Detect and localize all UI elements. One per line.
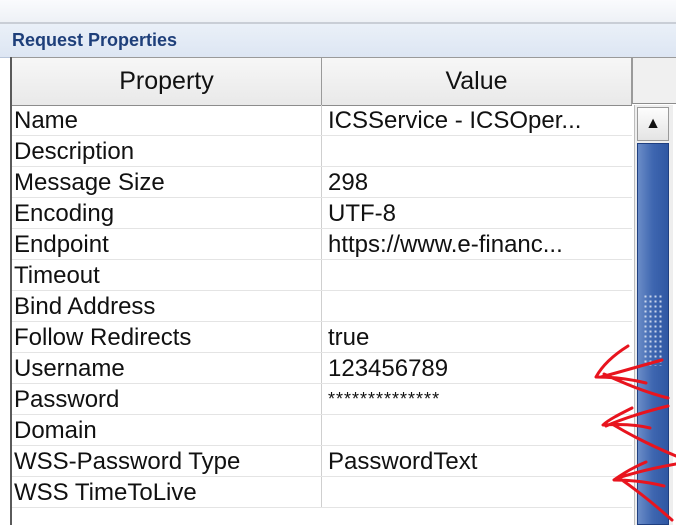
value-cell[interactable]: true [322, 322, 632, 352]
property-cell: Encoding [12, 198, 322, 228]
table-row[interactable]: Name ICSService - ICSOper... [12, 105, 632, 136]
value-cell[interactable] [322, 260, 632, 290]
table-row[interactable]: Domain [12, 415, 632, 446]
value-cell[interactable] [322, 477, 632, 507]
properties-table: Property Value Name ICSService - ICSOper… [10, 57, 676, 525]
property-cell: WSS TimeToLive [12, 477, 322, 507]
column-header-value[interactable]: Value [322, 58, 632, 105]
header-filler [632, 57, 676, 104]
property-cell: Bind Address [12, 291, 322, 321]
table-row[interactable]: Description [12, 136, 632, 167]
property-cell: Domain [12, 415, 322, 445]
value-cell[interactable]: PasswordText [322, 446, 632, 476]
scroll-up-arrow-icon[interactable]: ▲ [637, 107, 669, 141]
property-cell: Username [12, 353, 322, 383]
table-body: Name ICSService - ICSOper... Description… [12, 105, 632, 508]
table-row[interactable]: Bind Address [12, 291, 632, 322]
table-row[interactable]: Message Size 298 [12, 167, 632, 198]
value-cell[interactable]: https://www.e-financ... [322, 229, 632, 259]
property-cell: Timeout [12, 260, 322, 290]
value-cell[interactable]: UTF-8 [322, 198, 632, 228]
scroll-thumb-grip [643, 294, 663, 366]
value-cell[interactable] [322, 415, 632, 445]
value-cell[interactable] [322, 136, 632, 166]
value-cell[interactable]: 298 [322, 167, 632, 197]
column-header-property[interactable]: Property [12, 58, 322, 105]
property-cell: Password [12, 384, 322, 414]
property-cell: Message Size [12, 167, 322, 197]
vertical-scrollbar[interactable]: ▲ [634, 105, 673, 525]
table-row[interactable]: Username 123456789 [12, 353, 632, 384]
property-cell: Endpoint [12, 229, 322, 259]
property-cell: Name [12, 105, 322, 135]
property-cell: Follow Redirects [12, 322, 322, 352]
panel-header: Request Properties [0, 24, 676, 58]
value-cell[interactable] [322, 291, 632, 321]
table-row[interactable]: Password ************** [12, 384, 632, 415]
property-cell: Description [12, 136, 322, 166]
table-header-row: Property Value [12, 57, 632, 106]
table-row[interactable]: Encoding UTF-8 [12, 198, 632, 229]
table-row[interactable]: Timeout [12, 260, 632, 291]
value-cell[interactable]: ICSService - ICSOper... [322, 105, 632, 135]
password-value-cell[interactable]: ************** [322, 384, 632, 414]
table-row[interactable]: Endpoint https://www.e-financ... [12, 229, 632, 260]
window-top-strip [0, 0, 676, 24]
value-cell[interactable]: 123456789 [322, 353, 632, 383]
table-row[interactable]: WSS TimeToLive [12, 477, 632, 508]
panel-title: Request Properties [12, 30, 178, 50]
scroll-thumb[interactable] [637, 143, 669, 525]
property-cell: WSS-Password Type [12, 446, 322, 476]
table-row[interactable]: Follow Redirects true [12, 322, 632, 353]
table-row[interactable]: WSS-Password Type PasswordText [12, 446, 632, 477]
